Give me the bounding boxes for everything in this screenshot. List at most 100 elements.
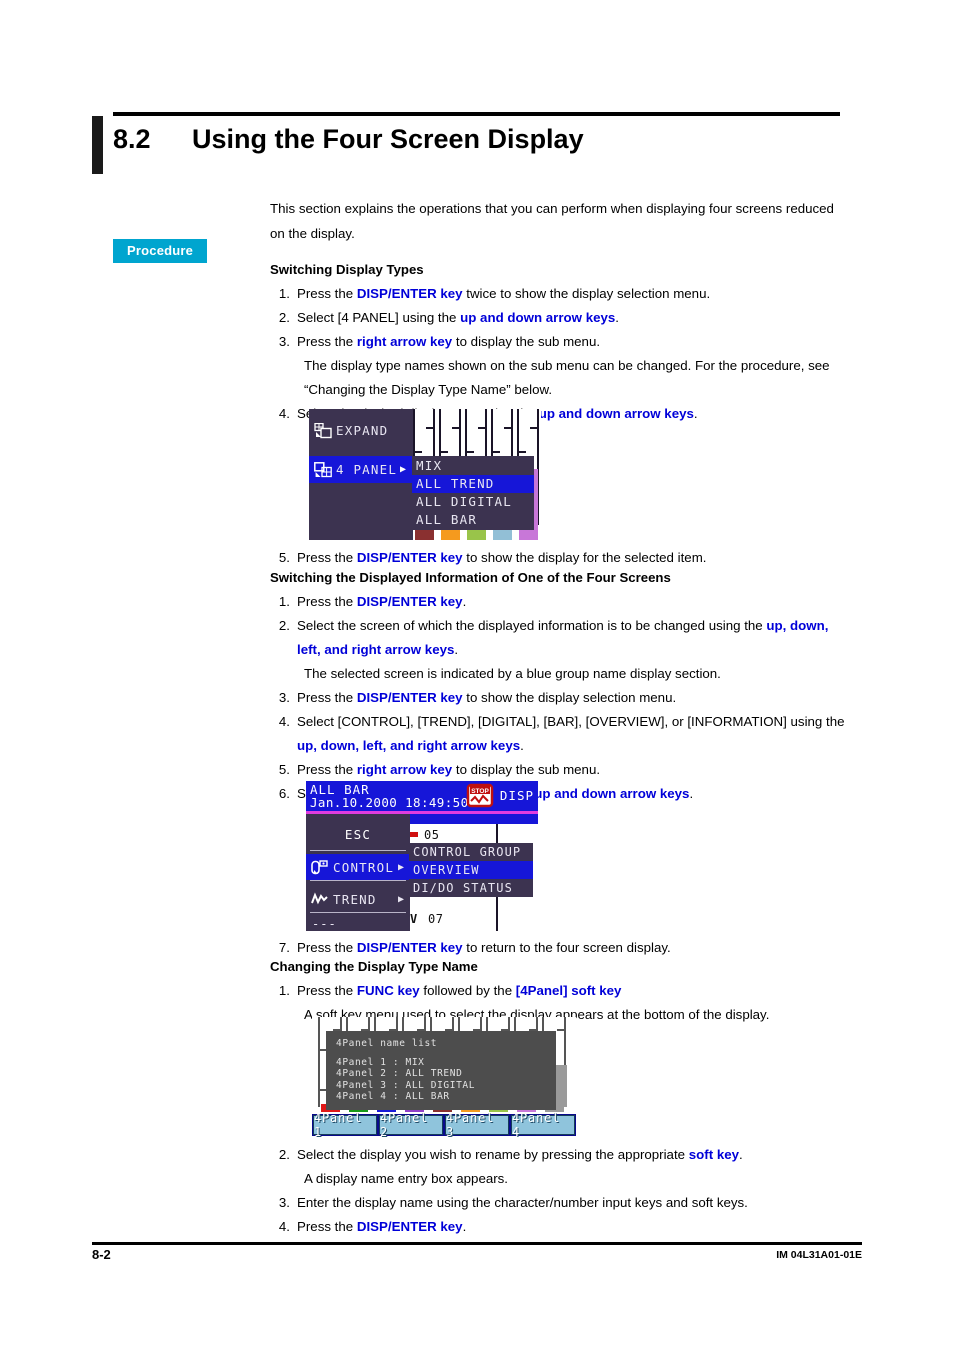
menu-item-trend-label: TREND xyxy=(333,891,377,907)
submenu-item[interactable]: ALL TREND xyxy=(412,475,534,493)
list-item: 2. Select [4 PANEL] using the up and down… xyxy=(270,306,848,330)
axis-tick xyxy=(519,451,526,453)
stop-recording-icon: STOP xyxy=(466,782,494,809)
control-submenu: CONTROL GROUP OVERVIEW DI/DO STATUS xyxy=(409,843,533,897)
menu-item-4panel-label: 4 PANEL xyxy=(336,462,398,477)
trend-wave-icon xyxy=(311,891,329,907)
chapter-accent-bar xyxy=(92,116,103,174)
procedure-badge: Procedure xyxy=(113,239,208,263)
step-continuation: The display type names shown on the sub … xyxy=(304,358,830,397)
menu-item-esc[interactable]: ESC xyxy=(306,822,410,848)
submenu-item[interactable]: ALL DIGITAL xyxy=(412,493,534,511)
4panel-submenu: MIX ALL TREND ALL DIGITAL ALL BAR xyxy=(412,456,534,530)
list-item-number: 1. xyxy=(278,286,290,301)
intro-paragraph: This section explains the operations tha… xyxy=(270,201,834,241)
list-item-number: 4. xyxy=(278,714,290,729)
list-item-text: Press the DISP/ENTER key to show the dis… xyxy=(297,550,707,565)
list-item-text: Press the DISP/ENTER key. xyxy=(297,1219,467,1234)
section-number: 8.2 xyxy=(113,124,151,154)
heading-switching-display-types: Switching Display Types xyxy=(270,262,424,277)
submenu-item[interactable]: DI/DO STATUS xyxy=(409,879,533,897)
unit-label: V xyxy=(410,912,418,926)
datetime-label: Jan.10.2000 18:49:50 xyxy=(310,795,469,810)
list-item: 5. Press the right arrow key to display t… xyxy=(270,758,848,782)
four-panel-icon xyxy=(314,461,332,478)
list-item-number: 1. xyxy=(278,594,290,609)
disp-label: DISP xyxy=(499,788,534,803)
soft-key[interactable]: 4Panel 3 xyxy=(445,1111,509,1139)
name-list-row: 4Panel 4 : ALL BAR xyxy=(336,1091,450,1102)
name-list-row: 4Panel 2 : ALL TREND xyxy=(336,1068,463,1079)
menu-item-partial[interactable]: --- xyxy=(312,917,337,931)
menu-item-4panel[interactable]: 4 PANEL ▶ xyxy=(309,456,413,483)
menu-item-control-label: CONTROL xyxy=(333,859,395,875)
footer-document-number: IM 04L31A01-01E xyxy=(776,1249,862,1261)
screenshot-4panel-name-list: 4Panel name list 4Panel 1 : MIX 4Panel 2 … xyxy=(312,1017,576,1139)
submenu-item[interactable]: OVERVIEW xyxy=(409,861,533,879)
list-item: 4. Press the DISP/ENTER key. xyxy=(270,1215,848,1239)
list-item: 3. Press the right arrow key to display t… xyxy=(270,330,848,354)
list-item-number: 5. xyxy=(278,550,290,565)
list-item-number: 3. xyxy=(278,1195,290,1210)
list-item: 7. Press the DISP/ENTER key to return to … xyxy=(270,936,848,960)
axis-tick xyxy=(426,427,433,429)
axis-tick xyxy=(441,451,448,453)
screenshot-4panel-menu: EXPAND 4 PANEL ▶ MIX ALL TREND ALL DIGITAL… xyxy=(309,409,541,540)
screenshot-allbar-control-menu: 05 40 V 07 | | 9 ALL BAR Jan.10.2000 18:… xyxy=(306,781,538,931)
axis-tick xyxy=(452,427,459,429)
list-item-number: 4. xyxy=(278,406,290,421)
soft-key-bar: 4Panel 1 4Panel 2 4Panel 3 4Panel 4 xyxy=(312,1111,576,1139)
list-item: 4. Select [CONTROL], [TREND], [DIGITAL], … xyxy=(270,710,848,758)
steps-changing-name: 2. Select the display you wish to rename … xyxy=(270,1143,848,1239)
footer-page-number: 8-2 xyxy=(92,1247,111,1262)
list-item: 3. Press the DISP/ENTER key to show the d… xyxy=(270,686,848,710)
soft-key[interactable]: 4Panel 1 xyxy=(313,1111,377,1139)
soft-key[interactable]: 4Panel 4 xyxy=(511,1111,575,1139)
axis-tick xyxy=(467,451,474,453)
submenu-item[interactable]: MIX xyxy=(412,457,534,475)
menu-item-control[interactable]: CONTROL ▶ xyxy=(306,854,410,880)
heading-changing-name: Changing the Display Type Name xyxy=(270,959,478,974)
list-item-text: Press the DISP/ENTER key twice to show t… xyxy=(297,286,711,301)
menu-divider xyxy=(310,912,406,913)
list-item-number: 1. xyxy=(278,983,290,998)
document-page: 8.2 Using the Four Screen Display This s… xyxy=(0,0,954,1351)
list-item-number: 2. xyxy=(278,1147,290,1162)
submenu-item[interactable]: CONTROL GROUP xyxy=(409,843,533,861)
list-item: 3. Enter the display name using the chara… xyxy=(270,1191,848,1215)
display-selection-menu-2: ESC CONTROL ▶ TREND ▶ --- xyxy=(306,814,410,931)
axis-tick xyxy=(504,427,511,429)
reading-value-2: 07 xyxy=(428,912,444,926)
step-7-switching-info: 7. Press the DISP/ENTER key to return to … xyxy=(270,936,848,960)
list-item: 1. Press the FUNC key followed by the [4P… xyxy=(270,979,848,1003)
heading-switching-info: Switching the Displayed Information of O… xyxy=(270,570,671,585)
list-item-text: Press the DISP/ENTER key to return to th… xyxy=(297,940,671,955)
list-item-text: Press the FUNC key followed by the [4Pan… xyxy=(297,983,622,998)
page-title: Using the Four Screen Display xyxy=(192,124,584,154)
list-item-number: 7. xyxy=(278,940,290,955)
submenu-item[interactable]: ALL BAR xyxy=(412,511,534,529)
control-icon xyxy=(311,859,329,875)
list-item: 1. Press the DISP/ENTER key. xyxy=(270,590,848,614)
list-item-number: 2. xyxy=(278,310,290,325)
status-title-bar: ALL BAR Jan.10.2000 18:49:50 STOP DISP xyxy=(306,781,538,811)
list-item-number: 6. xyxy=(278,786,290,801)
axis-tick xyxy=(557,1029,564,1031)
svg-text:STOP: STOP xyxy=(471,788,489,795)
chevron-right-icon: ▶ xyxy=(397,861,404,873)
list-item-text: Enter the display name using the charact… xyxy=(297,1195,748,1210)
list-item-text: Press the DISP/ENTER key. xyxy=(297,594,467,609)
list-item-text: Press the right arrow key to display the… xyxy=(297,334,601,349)
menu-divider xyxy=(310,850,406,851)
name-list-title: 4Panel name list xyxy=(336,1038,438,1049)
menu-item-expand-label: EXPAND xyxy=(336,423,389,438)
menu-divider xyxy=(310,880,406,881)
soft-key[interactable]: 4Panel 2 xyxy=(379,1111,443,1139)
expand-panel-icon xyxy=(314,422,332,439)
menu-item-expand[interactable]: EXPAND xyxy=(309,417,413,444)
menu-item-trend[interactable]: TREND ▶ xyxy=(306,886,410,912)
list-item-number: 4. xyxy=(278,1219,290,1234)
step-continuation: A display name entry box appears. xyxy=(304,1171,509,1186)
list-item-text: Select [CONTROL], [TREND], [DIGITAL], [B… xyxy=(297,714,845,753)
list-item-number: 3. xyxy=(278,334,290,349)
